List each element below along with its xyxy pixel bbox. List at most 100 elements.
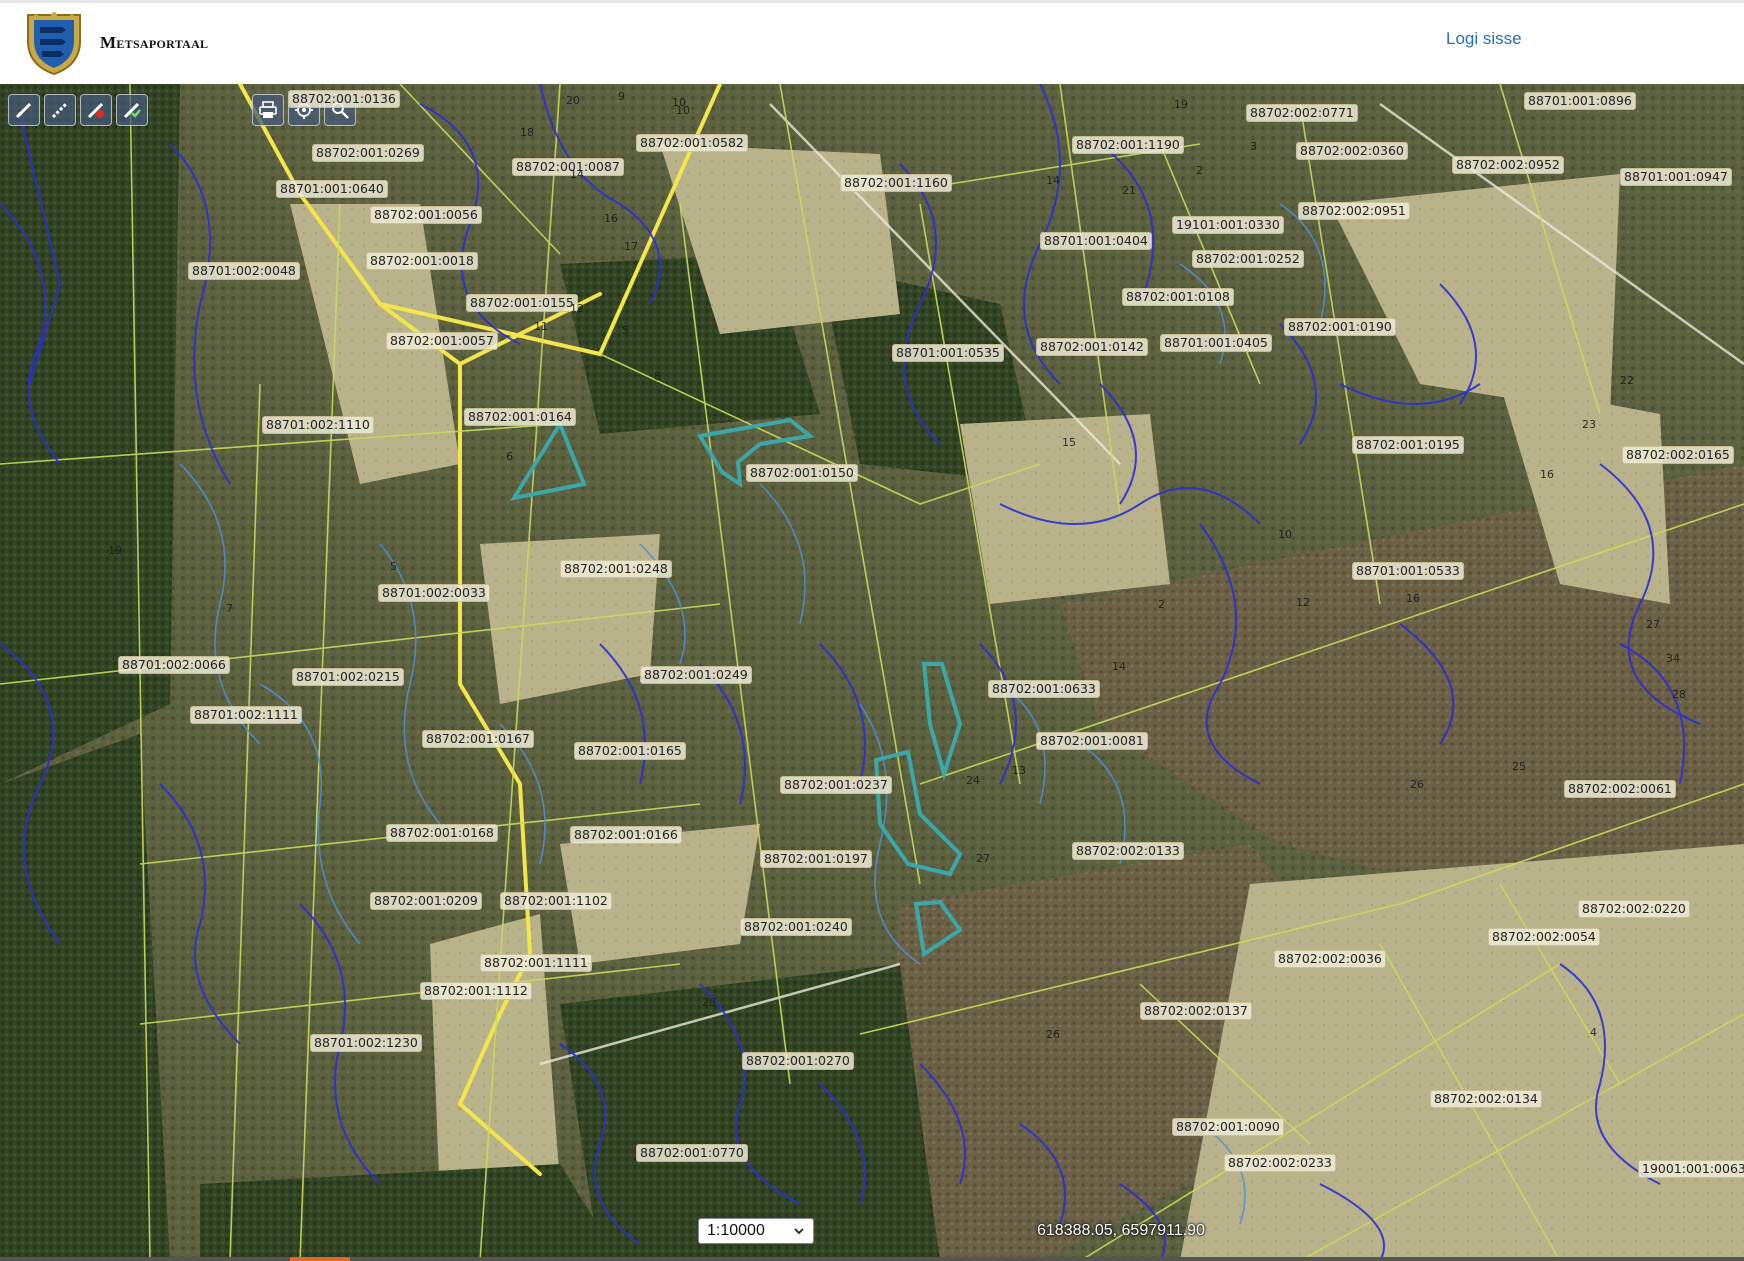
edit-line-icon[interactable]	[44, 94, 76, 126]
parcel-label: 88702:002:0165	[1622, 446, 1734, 464]
compartment-number: 26	[1046, 1028, 1060, 1041]
parcel-label: 88702:002:0137	[1140, 1002, 1252, 1020]
parcel-label: 88702:001:0081	[1036, 732, 1148, 750]
parcel-label: 88702:002:0133	[1072, 842, 1184, 860]
edit-toolbar	[8, 94, 148, 126]
parcel-label: 88701:002:0066	[118, 656, 230, 674]
parcel-label: 88702:001:0056	[370, 206, 482, 224]
compartment-number: 14	[1112, 660, 1126, 673]
compartment-number: 34	[1666, 652, 1680, 665]
parcel-label: 88701:001:0533	[1352, 562, 1464, 580]
parcel-label: 88702:001:0248	[560, 560, 672, 578]
parcel-label: 88701:001:0404	[1040, 232, 1152, 250]
compartment-number: 4	[1590, 1026, 1597, 1039]
compartment-number: 7	[226, 602, 233, 615]
parcel-label: 88702:001:1160	[840, 174, 952, 192]
parcel-label: 88702:001:0166	[570, 826, 682, 844]
parcel-label: 88702:001:0209	[370, 892, 482, 910]
compartment-number: 28	[1672, 688, 1686, 701]
compartment-number: 5	[390, 560, 397, 573]
parcel-label: 88701:001:0640	[276, 180, 388, 198]
parcel-label: 88701:002:0048	[188, 262, 300, 280]
compartment-number: 15	[1062, 436, 1076, 449]
compartment-number: 19	[1174, 98, 1188, 111]
scale-select[interactable]: 1:10000	[698, 1218, 814, 1244]
compartment-number: 6	[506, 450, 513, 463]
parcel-label: 88702:001:0136	[288, 90, 400, 108]
compartment-number: 16	[604, 212, 618, 225]
parcel-label: 88702:001:0240	[740, 918, 852, 936]
compartment-number: 25	[1512, 760, 1526, 773]
parcel-label: 88702:001:0249	[640, 666, 752, 684]
parcel-label: 88702:001:0195	[1352, 436, 1464, 454]
site-header: Metsaportaal Logi sisse	[0, 3, 1744, 85]
compartment-number: 5	[622, 324, 629, 337]
parcel-label: 88702:001:0270	[742, 1052, 854, 1070]
site-title[interactable]: Metsaportaal	[100, 33, 208, 53]
parcel-label: 88702:001:0018	[366, 252, 478, 270]
parcel-label: 88702:001:0142	[1036, 338, 1148, 356]
compartment-number: 17	[624, 240, 638, 253]
bottom-bar	[0, 1257, 1744, 1261]
compartment-number: 14	[1046, 174, 1060, 187]
parcel-label: 88702:001:0150	[746, 464, 858, 482]
map-view[interactable]: 88702:001:0136 88702:001:0269 88701:001:…	[0, 84, 1744, 1261]
parcel-label: 88702:001:0582	[636, 134, 748, 152]
compartment-number: 12	[570, 302, 584, 315]
compartment-number: 2	[1196, 164, 1203, 177]
chevron-down-icon	[794, 1228, 804, 1235]
compartment-number: 27	[1646, 618, 1660, 631]
compartment-number: 22	[1620, 374, 1634, 387]
parcel-label: 88702:001:0770	[636, 1144, 748, 1162]
compartment-number: 10	[1278, 528, 1292, 541]
map-canvas[interactable]	[0, 84, 1744, 1261]
parcel-label: 88701:001:0535	[892, 344, 1004, 362]
delete-line-icon[interactable]	[80, 94, 112, 126]
parcel-label: 88702:001:0168	[386, 824, 498, 842]
parcel-label: 88701:002:1110	[262, 416, 374, 434]
parcel-label: 88701:001:0405	[1160, 334, 1272, 352]
parcel-label: 88702:001:0165	[574, 742, 686, 760]
compartment-number: 11	[534, 320, 548, 333]
parcel-label: 88702:002:0360	[1296, 142, 1408, 160]
compartment-number: 2	[1158, 598, 1165, 611]
parcel-label: 88702:001:0087	[512, 158, 624, 176]
compartment-number: 10	[676, 104, 690, 117]
login-link[interactable]: Logi sisse	[1446, 29, 1522, 49]
compartment-number: 24	[966, 774, 980, 787]
parcel-label: 88702:002:0036	[1274, 950, 1386, 968]
compartment-number: 18	[520, 126, 534, 139]
parcel-label: 88702:001:0057	[386, 332, 498, 350]
parcel-label: 88702:002:0771	[1246, 104, 1358, 122]
print-icon[interactable]	[252, 94, 284, 126]
compartment-number: 28	[702, 996, 716, 1009]
parcel-label: 88701:002:0033	[378, 584, 490, 602]
parcel-label: 88702:001:1112	[420, 982, 532, 1000]
scale-value: 1:10000	[707, 1222, 765, 1239]
draw-line-icon[interactable]	[8, 94, 40, 126]
parcel-label: 88702:002:0134	[1430, 1090, 1542, 1108]
compartment-number: 8	[654, 370, 661, 383]
parcel-label: 88702:001:0167	[422, 730, 534, 748]
parcel-label: 88702:002:0054	[1488, 928, 1600, 946]
estonia-coat-of-arms-icon[interactable]	[22, 11, 86, 77]
compartment-number: 16	[1406, 592, 1420, 605]
parcel-label: 88702:001:0164	[464, 408, 576, 426]
compartment-number: 12	[1296, 596, 1310, 609]
parcel-label: 88702:001:1102	[500, 892, 612, 910]
compartment-number: 27	[976, 852, 990, 865]
compartment-number: 26	[1410, 778, 1424, 791]
parcel-label: 88702:001:0633	[988, 680, 1100, 698]
parcel-label: 88702:001:0197	[760, 850, 872, 868]
compartment-number: 14	[570, 168, 584, 181]
parcel-label: 88702:001:0252	[1192, 250, 1304, 268]
parcel-label: 88701:001:0947	[1620, 168, 1732, 186]
bottom-accent	[290, 1257, 350, 1261]
parcel-label: 88702:002:0061	[1564, 780, 1676, 798]
confirm-line-icon[interactable]	[116, 94, 148, 126]
coordinates-readout: 618388.05, 6597911.90	[1037, 1222, 1205, 1239]
compartment-number: 9	[618, 90, 625, 103]
compartment-number: 13	[1012, 764, 1026, 777]
parcel-label: 19001:001:0063	[1638, 1160, 1744, 1178]
compartment-number: 3	[1250, 140, 1257, 153]
